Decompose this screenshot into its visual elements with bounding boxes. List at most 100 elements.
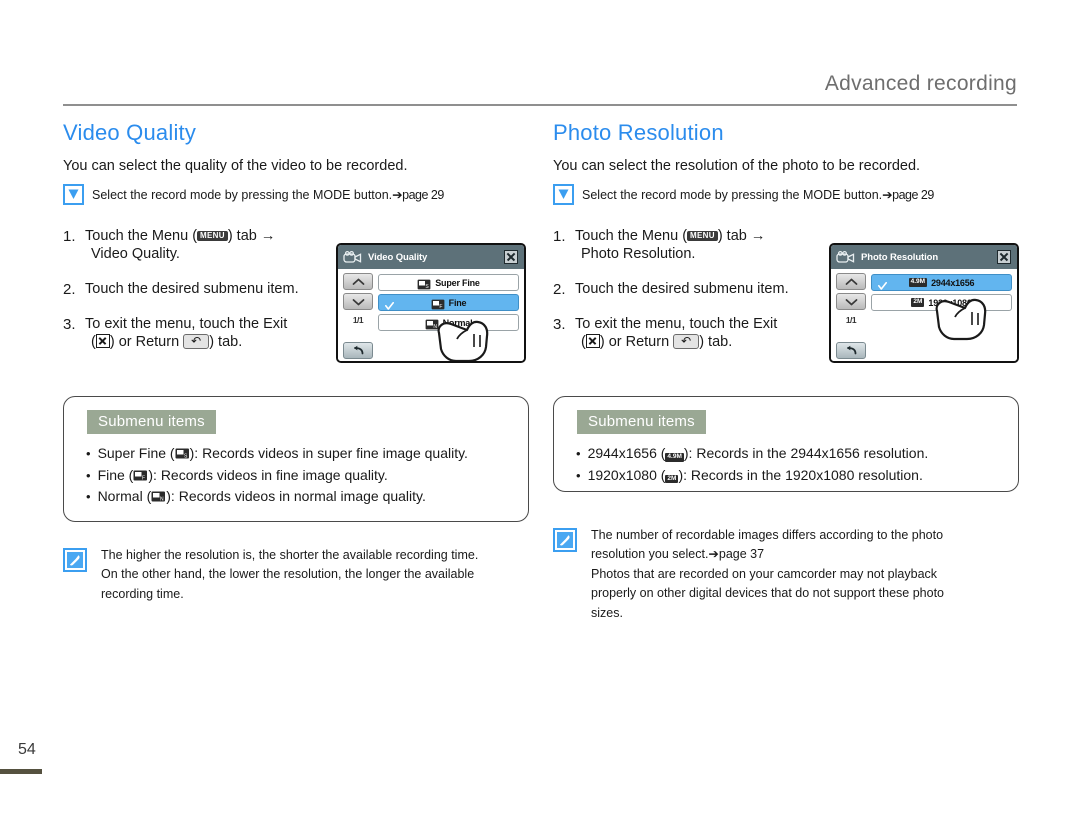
submenu-item-name-left-2: Normal: [97, 488, 143, 505]
note-line-left-2: recording time.: [101, 586, 184, 601]
step-3-mid-left: ) or Return: [109, 334, 184, 351]
page-number-rule: [0, 769, 42, 774]
note-block-left: The higher the resolution is, the shorte…: [63, 546, 543, 604]
chevron-down-icon[interactable]: [343, 293, 373, 310]
step-1-subtext-right: Photo Resolution.: [581, 246, 696, 263]
submenu-item-text-left-2: Normal (N): Records videos in normal ima…: [97, 487, 426, 505]
step-2-text-right: Touch the desired submenu item.: [575, 280, 789, 297]
submenu-items-box-video-quality: Submenu items • Super Fine (S): Records …: [63, 396, 529, 522]
submenu-items-list-left: • Super Fine (S): Records videos in supe…: [86, 443, 528, 508]
step-3-body-left: To exit the menu, touch the Exit () or R…: [85, 315, 335, 352]
camcorder-icon: [836, 250, 856, 264]
video-quality-icon: S: [175, 444, 190, 459]
video-quality-icon: N: [151, 487, 166, 503]
step-1-right: 1. Touch the Menu (MENU) tab → Photo Res…: [553, 227, 825, 264]
note-block-right: The number of recordable images differs …: [553, 526, 1033, 623]
submenu-items-header-right: Submenu items: [577, 410, 706, 434]
note-pen-icon-inner: [557, 532, 573, 548]
steps-list-left: 1. Touch the Menu (MENU) tab → Video Qua…: [63, 227, 335, 352]
return-arrow-icon[interactable]: [836, 342, 866, 359]
list-item: • Normal (N): Records videos in normal i…: [86, 486, 528, 508]
lcd-sidebar-left: 1/1: [343, 273, 373, 359]
submenu-item-text-right-0: 2944x1656 (4.9M): Records in the 2944x16…: [587, 445, 929, 462]
step-2-left: 2. Touch the desired submenu item.: [63, 280, 335, 299]
intro-text-photo-resolution: You can select the resolution of the pho…: [553, 158, 921, 174]
return-arrow-icon[interactable]: [343, 342, 373, 359]
lcd-row-2944x1656[interactable]: 4.9M 2944x1656: [871, 274, 1012, 291]
lcd-titlebar-right: Photo Resolution: [831, 245, 1017, 269]
exit-icon-right: [585, 334, 600, 349]
lcd-body-left: 1/1 S Super Fine F Fine N Normal: [338, 269, 524, 361]
resolution-badge-icon: 4.9M: [665, 453, 684, 462]
svg-text:N: N: [433, 324, 437, 330]
exit-icon-left: [95, 334, 110, 349]
check-icon: [63, 183, 84, 205]
step-3-paren-close-right: ) tab.: [699, 334, 733, 351]
submenu-item-name-right-1: 1920x1080: [587, 466, 657, 483]
lcd-menu-rows-left: S Super Fine F Fine N Normal: [378, 273, 519, 359]
chevron-down-icon[interactable]: [836, 293, 866, 310]
lcd-row-label-normal: Normal: [442, 317, 473, 328]
submenu-item-desc-right-1: Records in the 1920x1080 resolution.: [690, 466, 923, 483]
page-title-photo-resolution: Photo Resolution: [553, 120, 724, 145]
page-number: 54: [18, 741, 36, 758]
bullet-icon: •: [576, 446, 581, 461]
lcd-screenshot-video-quality: Video Quality 1/1 S Super Fine F Fine N …: [336, 243, 526, 363]
step-1-body-left: Touch the Menu (MENU) tab → Video Qualit…: [85, 227, 335, 264]
chevron-up-icon[interactable]: [836, 273, 866, 290]
check-mark-icon: [878, 278, 887, 290]
precondition-note-sentence-right: Select the record mode by pressing the M…: [582, 187, 883, 202]
video-quality-icon: N: [425, 317, 439, 330]
lcd-row-normal[interactable]: N Normal: [378, 314, 519, 331]
submenu-item-desc-left-0: Records videos in super fine image quali…: [202, 445, 468, 461]
close-icon[interactable]: [504, 250, 518, 264]
step-1-number-left: 1.: [63, 227, 76, 245]
header-divider: [63, 104, 1017, 106]
note-line-right-0: The number of recordable images differs …: [591, 528, 944, 542]
step-1-text-before-left: Touch the Menu (: [85, 227, 198, 244]
precondition-note-left: Select the record mode by pressing the M…: [63, 183, 533, 205]
manual-page: Advanced recording Video Quality You can…: [0, 0, 1080, 825]
step-3-left: 3. To exit the menu, touch the Exit () o…: [63, 315, 335, 352]
submenu-item-text-right-1: 1920x1080 (2M): Records in the 1920x1080…: [587, 466, 923, 484]
lcd-titlebar-left: Video Quality: [338, 245, 524, 269]
lcd-row-super-fine[interactable]: S Super Fine: [378, 274, 519, 291]
step-3-line1-right: To exit the menu, touch the Exit: [575, 315, 778, 332]
note-pen-icon: [553, 528, 577, 552]
resolution-badge-icon: 4.9M: [908, 278, 928, 287]
menu-button-chip-left: MENU: [197, 230, 228, 242]
list-item: • Super Fine (S): Records videos in supe…: [86, 443, 528, 465]
note-line-right-3: properly on other digital devices that d…: [591, 586, 945, 601]
lcd-row-1920x1080[interactable]: 2M 1920x1080: [871, 294, 1012, 311]
svg-text:F: F: [142, 475, 145, 481]
lcd-page-indicator-left: 1/1: [352, 315, 364, 325]
submenu-items-box-photo-resolution: Submenu items • 2944x1656 (4.9M): Record…: [553, 396, 1019, 492]
submenu-item-name-right-0: 2944x1656: [587, 445, 657, 461]
lcd-row-fine[interactable]: F Fine: [378, 294, 519, 311]
video-quality-icon: S: [417, 277, 431, 290]
close-icon[interactable]: [997, 250, 1011, 264]
note-text-left: The higher the resolution is, the shorte…: [101, 546, 478, 604]
step-3-line1-left: To exit the menu, touch the Exit: [85, 315, 288, 332]
submenu-item-text-left-0: Super Fine (S): Records videos in super …: [97, 444, 468, 461]
steps-list-right: 1. Touch the Menu (MENU) tab → Photo Res…: [553, 227, 825, 352]
note-text-right: The number of recordable images differs …: [591, 526, 944, 623]
lcd-page-indicator-right: 1/1: [845, 315, 857, 325]
step-2-number-left: 2.: [63, 280, 76, 298]
step-1-text-before-right: Touch the Menu (: [575, 227, 688, 244]
step-3-number-right: 3.: [553, 315, 566, 333]
camcorder-icon: [343, 250, 363, 264]
step-3-paren-close-left: ) tab.: [209, 334, 243, 351]
bullet-icon: •: [86, 446, 91, 461]
lcd-title-left: Video Quality: [368, 251, 428, 263]
resolution-badge-icon: 2M: [665, 474, 679, 484]
submenu-item-desc-left-1: Records videos in fine image quality.: [160, 466, 388, 483]
check-mark-icon: [385, 298, 394, 310]
return-icon-right: ↶: [673, 334, 700, 350]
step-1-body-right: Touch the Menu (MENU) tab → Photo Resolu…: [575, 227, 825, 264]
submenu-items-list-right: • 2944x1656 (4.9M): Records in the 2944x…: [576, 443, 1018, 486]
note-line-right-1: resolution you select.➔page 37: [591, 547, 765, 562]
chevron-up-icon[interactable]: [343, 273, 373, 290]
lcd-screenshot-photo-resolution: Photo Resolution 1/1 4.9M 2944x1656 2M 1…: [829, 243, 1019, 363]
page-ref-left: ➔page 29: [392, 187, 444, 202]
